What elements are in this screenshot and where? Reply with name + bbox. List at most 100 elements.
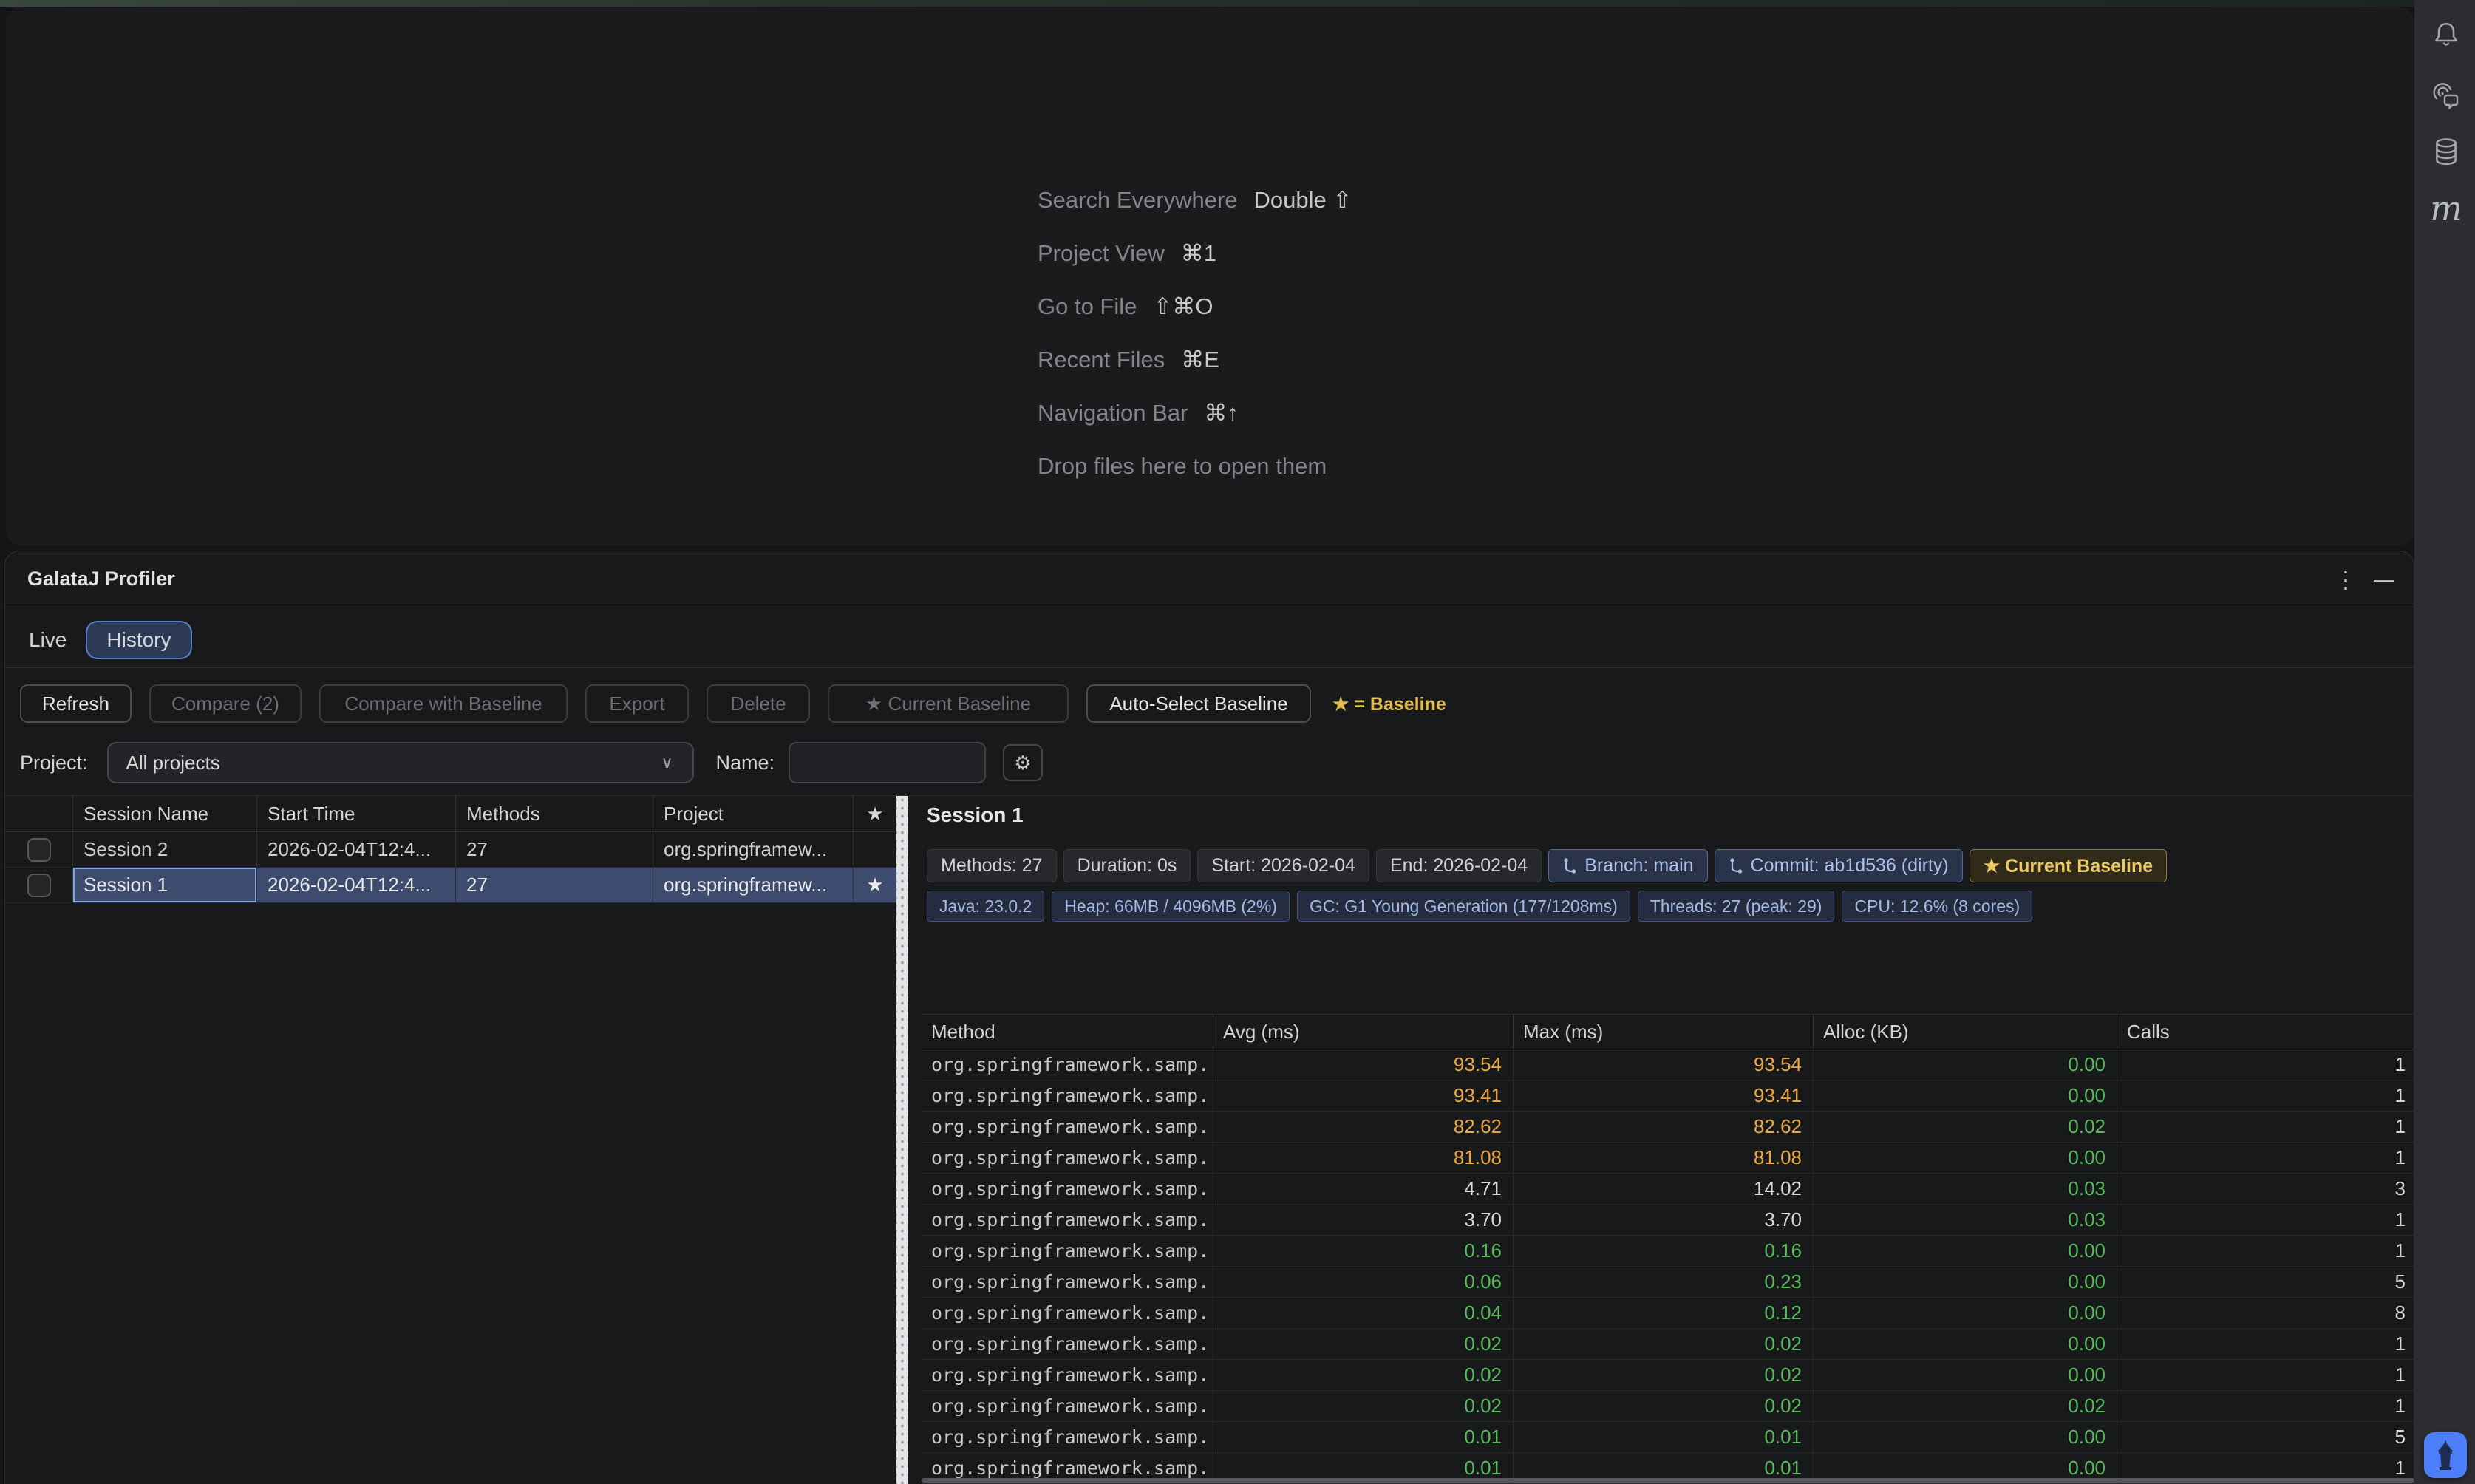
tab-history[interactable]: History	[86, 621, 191, 659]
project-dropdown[interactable]: All projects ∨	[107, 742, 694, 783]
tab-live[interactable]: Live	[27, 621, 68, 659]
alloc-cell: 0.00	[1813, 1080, 2117, 1112]
commit-badge: Commit: ab1d536 (dirty)	[1715, 849, 1963, 882]
max-cell: 0.23	[1513, 1267, 1813, 1298]
method-header-calls[interactable]: Calls	[2117, 1015, 2414, 1049]
session-checkbox[interactable]	[27, 874, 51, 897]
horizontal-scrollbar[interactable]	[922, 1478, 2414, 1483]
session-checkbox[interactable]	[27, 838, 51, 862]
calls-cell: 1	[2117, 1205, 2414, 1236]
end-badge: End: 2026-02-04	[1376, 849, 1542, 882]
avg-cell: 0.16	[1213, 1236, 1513, 1267]
sessions-header-methods[interactable]: Methods	[455, 796, 653, 831]
auto-select-baseline-button[interactable]: Auto-Select Baseline	[1086, 684, 1311, 723]
current-baseline-button[interactable]: ★ Current Baseline	[828, 684, 1069, 723]
database-icon[interactable]	[2430, 136, 2462, 169]
cpu-badge: CPU: 12.6% (8 cores)	[1842, 891, 2032, 922]
method-name-cell: org.springframework.samp...	[922, 1267, 1213, 1298]
avg-cell: 93.41	[1213, 1080, 1513, 1112]
sessions-header-[interactable]: ★	[853, 796, 896, 831]
shortcut-label: Go to File	[1038, 293, 1137, 320]
project-dropdown-value: All projects	[126, 752, 220, 775]
profiler-title: GalataJ Profiler	[27, 551, 175, 607]
methods-badge: Methods: 27	[927, 849, 1057, 882]
session-start-cell: 2026-02-04T12:4...	[256, 868, 455, 903]
method-name-cell: org.springframework.samp...	[922, 1360, 1213, 1391]
baseline-legend: ★ = Baseline	[1332, 693, 1446, 715]
max-cell: 0.02	[1513, 1329, 1813, 1360]
divider	[5, 667, 2414, 668]
session-details-title: Session 1	[927, 803, 1024, 827]
method-row[interactable]: org.springframework.samp...0.020.020.001	[922, 1329, 2414, 1360]
max-cell: 3.70	[1513, 1205, 1813, 1236]
filter-row: Project: All projects ∨ Name: ⚙	[20, 742, 1043, 783]
gc-badge: GC: G1 Young Generation (177/1208ms)	[1297, 891, 1630, 922]
method-row[interactable]: org.springframework.samp...93.5493.540.0…	[922, 1049, 2414, 1080]
refresh-button[interactable]: Refresh	[20, 684, 132, 723]
compare-with-baseline-button[interactable]: Compare with Baseline	[319, 684, 568, 723]
method-row[interactable]: org.springframework.samp...0.020.020.021	[922, 1391, 2414, 1422]
galata-tower-icon	[2435, 1440, 2456, 1471]
method-row[interactable]: org.springframework.samp...0.060.230.005	[922, 1267, 2414, 1298]
delete-button[interactable]: Delete	[707, 684, 810, 723]
shortcut-label: Navigation Bar	[1038, 400, 1188, 426]
session-checkbox-cell[interactable]	[5, 832, 72, 868]
sessions-header-project[interactable]: Project	[653, 796, 853, 831]
name-filter-input[interactable]	[789, 742, 986, 783]
sessions-header-session-name[interactable]: Session Name	[72, 796, 256, 831]
notifications-bell-icon[interactable]	[2430, 18, 2462, 50]
avg-cell: 82.62	[1213, 1112, 1513, 1143]
shortcut-keys: ⇧⌘O	[1153, 293, 1213, 320]
session-row[interactable]: Session 22026-02-04T12:4...27org.springf…	[5, 832, 896, 868]
compare-2-button[interactable]: Compare (2)	[149, 684, 302, 723]
editor-shortcut-row: Go to File ⇧⌘O	[1038, 280, 1352, 333]
method-row[interactable]: org.springframework.samp...0.040.120.008	[922, 1298, 2414, 1329]
shortcut-label: Project View	[1038, 240, 1165, 267]
session-checkbox-cell[interactable]	[5, 868, 72, 903]
alloc-cell: 0.02	[1813, 1112, 2117, 1143]
minimize-icon[interactable]: —	[2368, 563, 2400, 596]
method-header-max-ms[interactable]: Max (ms)	[1513, 1015, 1813, 1049]
kebab-menu-icon[interactable]: ⋮	[2329, 563, 2362, 596]
git-badge-label: Branch: main	[1584, 855, 1693, 877]
avg-cell: 0.06	[1213, 1267, 1513, 1298]
method-row[interactable]: org.springframework.samp...4.7114.020.03…	[922, 1174, 2414, 1205]
maven-m-icon[interactable]: m	[2430, 192, 2462, 225]
method-row[interactable]: org.springframework.samp...0.160.160.001	[922, 1236, 2414, 1267]
method-row[interactable]: org.springframework.samp...0.010.010.005	[922, 1422, 2414, 1453]
session-details: Session 1 Methods: 27Duration: 0sStart: …	[908, 796, 2414, 1484]
method-row[interactable]: org.springframework.samp...0.020.020.001	[922, 1360, 2414, 1391]
session-row[interactable]: Session 12026-02-04T12:4...27org.springf…	[5, 868, 896, 903]
session-methods-cell: 27	[455, 868, 653, 903]
broadcast-chat-icon[interactable]	[2430, 78, 2462, 111]
editor-shortcuts: Search Everywhere Double ⇧ Project View …	[1038, 174, 1352, 493]
calls-cell: 1	[2117, 1360, 2414, 1391]
method-header-alloc-kb[interactable]: Alloc (KB)	[1813, 1015, 2117, 1049]
max-cell: 93.41	[1513, 1080, 1813, 1112]
alloc-cell: 0.00	[1813, 1360, 2117, 1391]
max-cell: 0.02	[1513, 1391, 1813, 1422]
method-name-cell: org.springframework.samp...	[922, 1112, 1213, 1143]
method-row[interactable]: org.springframework.samp...93.4193.410.0…	[922, 1080, 2414, 1112]
avg-cell: 3.70	[1213, 1205, 1513, 1236]
git-badge-label: Commit: ab1d536 (dirty)	[1751, 855, 1949, 877]
method-row[interactable]: org.springframework.samp...81.0881.080.0…	[922, 1143, 2414, 1174]
threads-badge: Threads: 27 (peak: 29)	[1638, 891, 1835, 922]
method-name-cell: org.springframework.samp...	[922, 1049, 1213, 1080]
export-button[interactable]: Export	[585, 684, 689, 723]
method-row[interactable]: org.springframework.samp...82.6282.620.0…	[922, 1112, 2414, 1143]
alloc-cell: 0.03	[1813, 1205, 2117, 1236]
split-handle[interactable]	[896, 796, 908, 1484]
editor-shortcut-row: Drop files here to open them	[1038, 440, 1352, 493]
method-header-avg-ms[interactable]: Avg (ms)	[1213, 1015, 1513, 1049]
profiler-tabs: Live History	[27, 621, 192, 659]
settings-gear-button[interactable]: ⚙	[1003, 744, 1043, 781]
profiler-toolbar: Refresh Compare (2) Compare with Baseline E…	[20, 684, 1311, 723]
method-name-cell: org.springframework.samp...	[922, 1422, 1213, 1453]
method-row[interactable]: org.springframework.samp...3.703.700.031	[922, 1205, 2414, 1236]
sessions-header-start-time[interactable]: Start Time	[256, 796, 455, 831]
method-header-method[interactable]: Method	[922, 1015, 1213, 1049]
method-table-header: MethodAvg (ms)Max (ms)Alloc (KB)Calls	[922, 1014, 2414, 1049]
galata-tower-button[interactable]	[2424, 1432, 2467, 1478]
editor-shortcut-row: Recent Files ⌘E	[1038, 333, 1352, 387]
